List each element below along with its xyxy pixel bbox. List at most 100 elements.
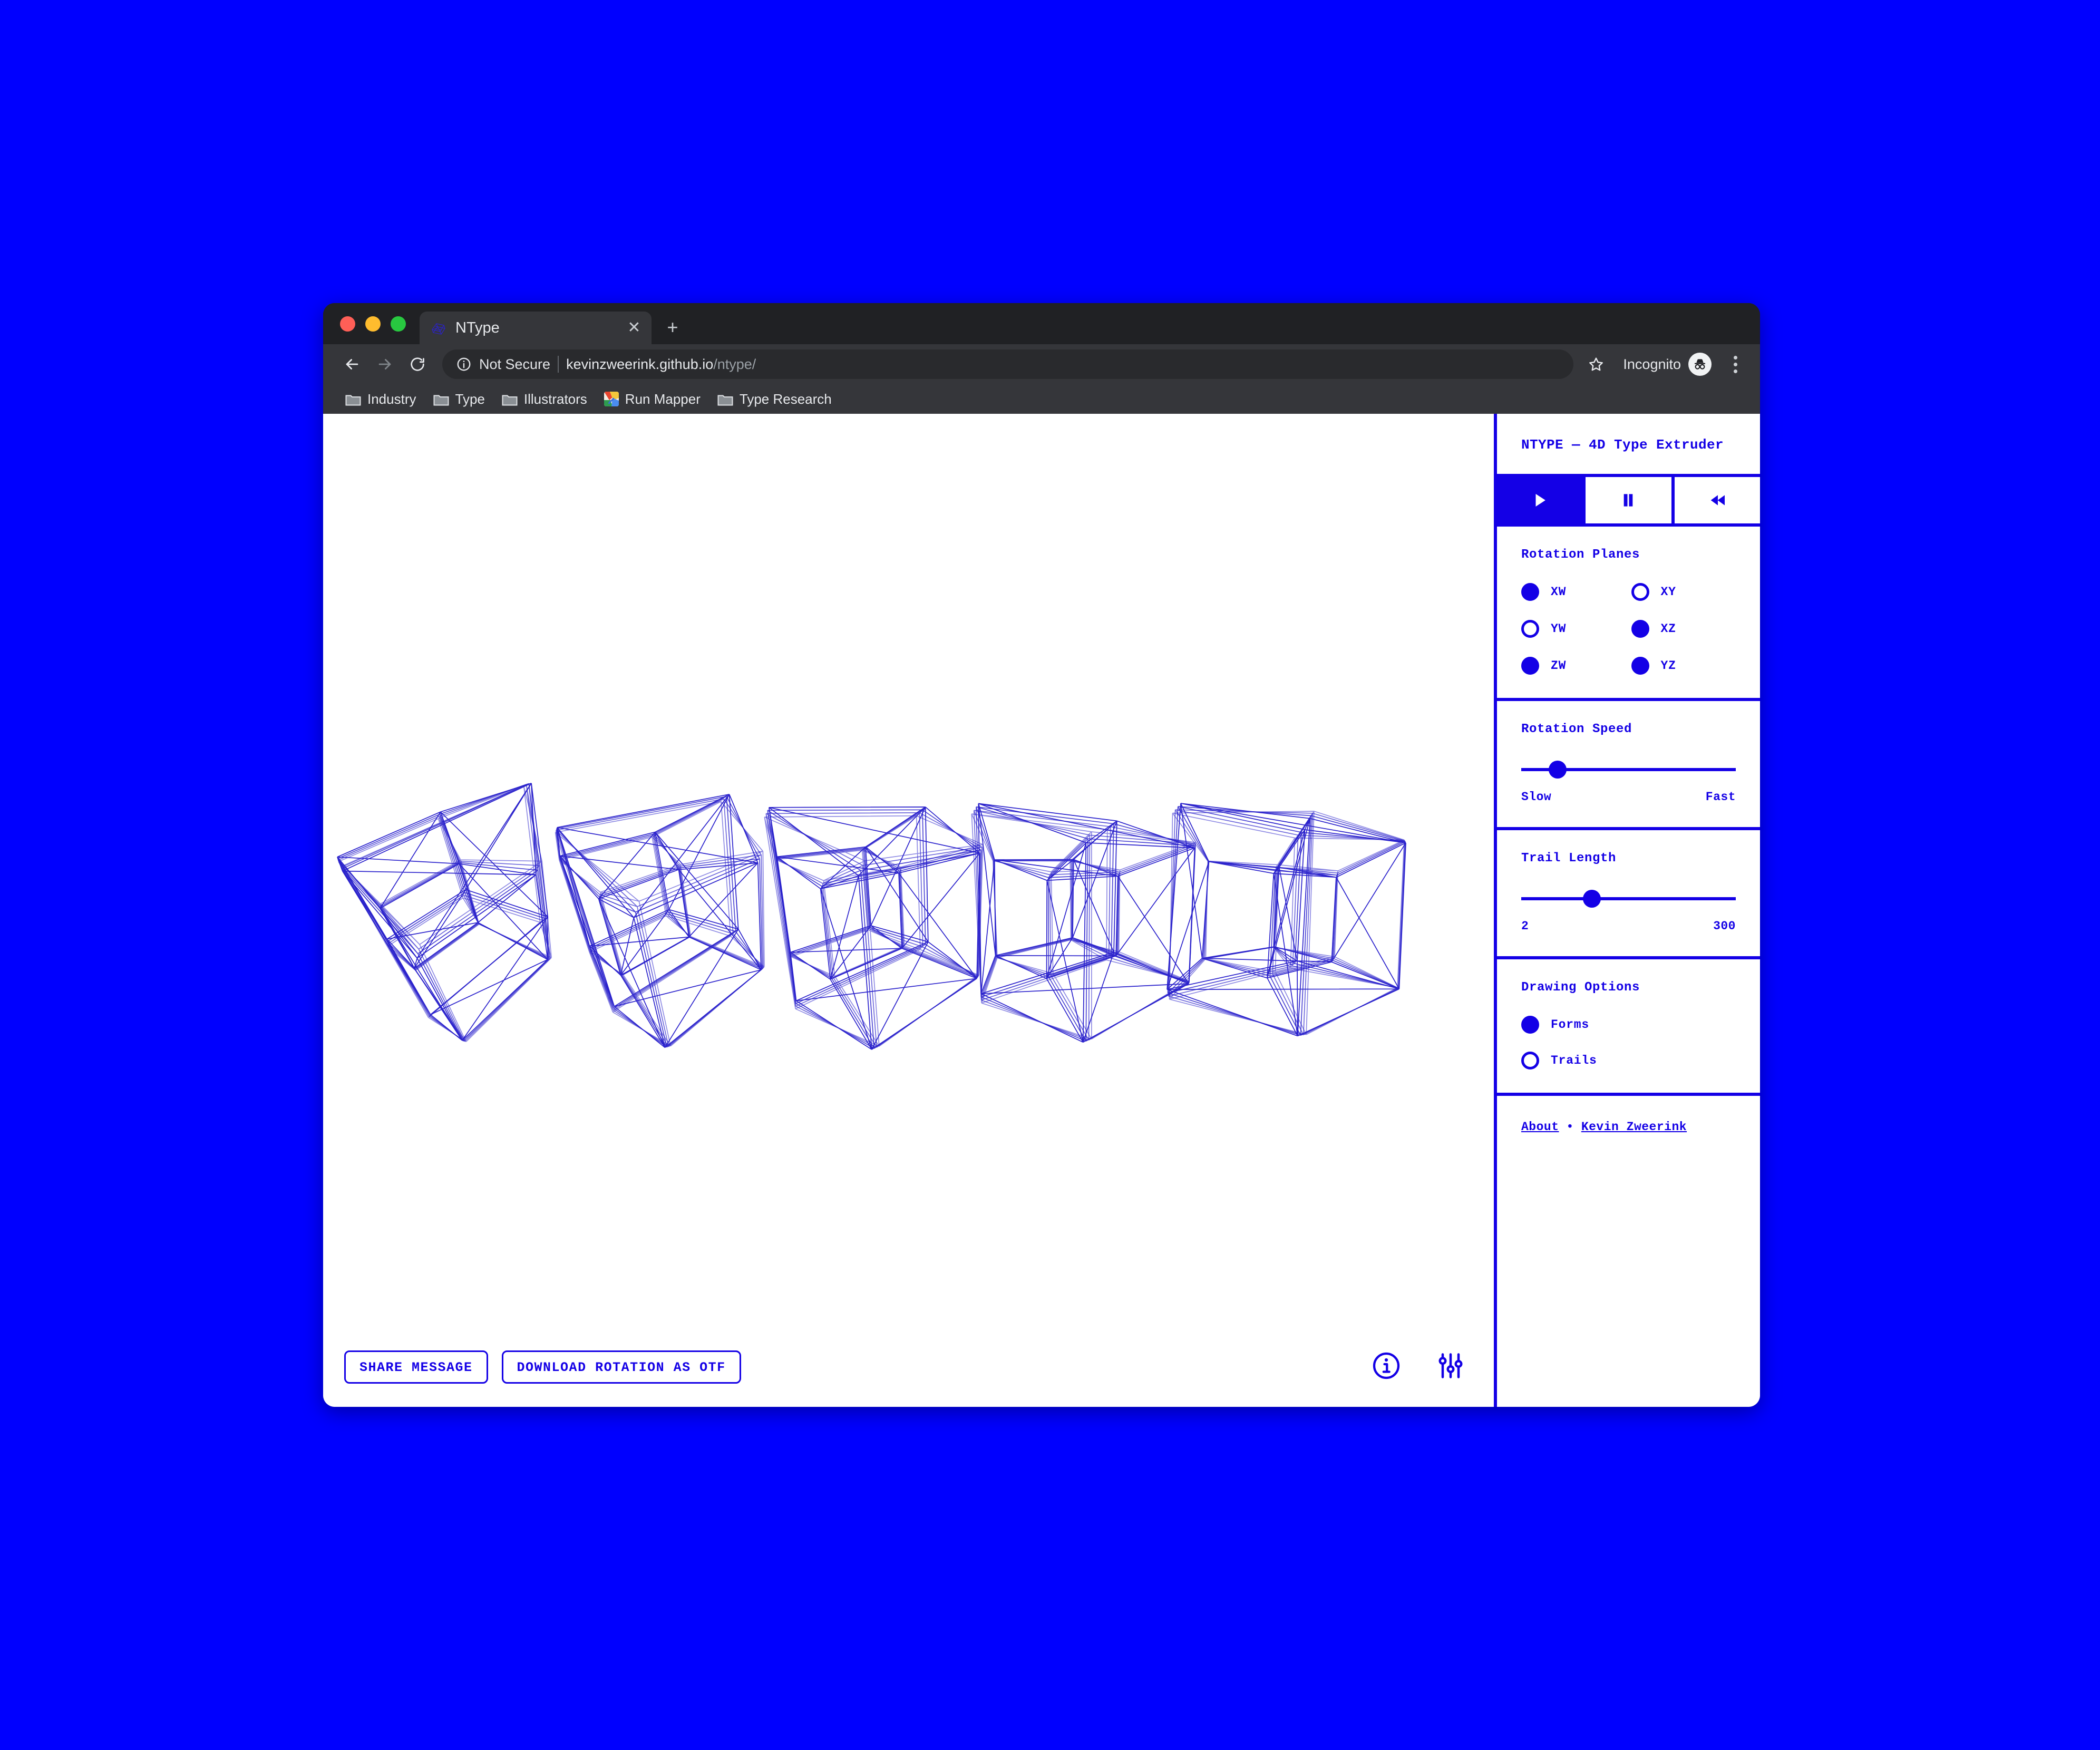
bookmark-illustrators[interactable]: Illustrators <box>493 388 596 411</box>
footer-separator: • <box>1566 1120 1574 1134</box>
canvas-tool-icons <box>1370 1350 1466 1382</box>
drawing-option-trails[interactable]: Trails <box>1521 1052 1736 1070</box>
close-window-button[interactable] <box>340 316 355 332</box>
bookmark-type[interactable]: Type <box>425 388 493 411</box>
play-icon <box>1535 494 1545 507</box>
radio-dot-icon <box>1631 620 1649 638</box>
radio-dot-icon <box>1521 1016 1539 1034</box>
rotation-plane-option-xy[interactable]: XY <box>1631 583 1736 601</box>
tab-close-icon[interactable]: ✕ <box>625 319 643 337</box>
wireframe-shape <box>1168 809 1405 1036</box>
menu-dot <box>1733 362 1737 366</box>
bookmark-star-button[interactable] <box>1581 349 1611 380</box>
menu-dot <box>1733 369 1737 373</box>
star-icon <box>1589 357 1603 371</box>
rotation-plane-label: ZW <box>1551 659 1567 673</box>
rotation-plane-option-yw[interactable]: YW <box>1521 620 1626 638</box>
transport-controls <box>1497 474 1760 527</box>
wireframe-shape <box>765 812 983 1048</box>
rotation-plane-option-zw[interactable]: ZW <box>1521 657 1626 675</box>
rotation-plane-label: XZ <box>1660 622 1676 636</box>
trail-length-min-label: 2 <box>1521 919 1529 933</box>
pause-icon <box>1624 494 1633 507</box>
bookmark-label: Type Research <box>739 391 832 407</box>
radio-dot-icon <box>1521 620 1539 638</box>
drawing-option-label: Forms <box>1551 1018 1590 1032</box>
browser-menu-button[interactable] <box>1722 349 1748 380</box>
trail-length-slider[interactable]: 2 300 <box>1521 890 1736 933</box>
rotation-speed-max-label: Fast <box>1705 790 1736 804</box>
trail-length-legend: 2 300 <box>1521 919 1736 933</box>
share-message-button[interactable]: SHARE MESSAGE <box>344 1350 488 1384</box>
radio-dot-icon <box>1631 583 1649 601</box>
slider-knob[interactable] <box>1549 761 1567 779</box>
wireframe-shape <box>976 806 1196 1042</box>
info-circle-icon[interactable] <box>1370 1350 1402 1382</box>
radio-dot-icon <box>1521 583 1539 601</box>
sidebar-footer: About • Kevin Zweerink <box>1497 1096 1760 1158</box>
url-host: kevinzweerink.github.io <box>566 356 714 372</box>
security-status-label: Not Secure <box>479 356 551 372</box>
slider-knob[interactable] <box>1583 890 1601 908</box>
slider-track[interactable] <box>1521 761 1736 779</box>
rotation-plane-option-xw[interactable]: XW <box>1521 583 1626 601</box>
trail-length-max-label: 300 <box>1713 919 1736 933</box>
pause-button[interactable] <box>1586 477 1675 523</box>
reload-button[interactable] <box>402 349 433 380</box>
maximize-window-button[interactable] <box>391 316 406 332</box>
bookmark-label: Type <box>455 391 485 407</box>
url-path: /ntype/ <box>713 356 756 372</box>
bookmark-industry[interactable]: Industry <box>337 388 425 411</box>
slider-track[interactable] <box>1521 890 1736 908</box>
about-link[interactable]: About <box>1521 1120 1559 1134</box>
arrow-left-icon <box>346 359 358 370</box>
wireframe-canvas-area[interactable]: SHARE MESSAGE DOWNLOAD ROTATION AS OTF <box>323 414 1494 1407</box>
folder-icon <box>433 395 449 406</box>
bookmark-run-mapper[interactable]: Run Mapper <box>596 388 709 411</box>
rewind-button[interactable] <box>1674 477 1760 523</box>
address-bar[interactable]: Not Secure kevinzweerink.github.io/ntype… <box>442 349 1574 379</box>
rotation-planes-section: Rotation Planes XW XY YW XZ ZW YZ <box>1497 527 1760 701</box>
incognito-glyph-icon <box>1694 359 1706 370</box>
rotation-plane-option-xz[interactable]: XZ <box>1631 620 1736 638</box>
folder-icon <box>345 395 361 406</box>
drawing-option-label: Trails <box>1551 1054 1597 1067</box>
url-text: kevinzweerink.github.io/ntype/ <box>566 356 756 373</box>
drawing-options-label: Drawing Options <box>1521 980 1640 995</box>
page-viewport: SHARE MESSAGE DOWNLOAD ROTATION AS OTF N… <box>323 414 1760 1407</box>
trail-length-section: Trail Length 2 300 <box>1497 830 1760 959</box>
rotation-planes-label: Rotation Planes <box>1521 548 1640 562</box>
forward-button[interactable] <box>370 349 400 380</box>
folder-icon <box>717 395 733 406</box>
minimize-window-button[interactable] <box>365 316 381 332</box>
drawing-option-forms[interactable]: Forms <box>1521 1016 1736 1034</box>
bookmark-label: Industry <box>367 391 416 407</box>
radio-dot-icon <box>1521 1052 1539 1070</box>
reload-icon <box>411 357 424 371</box>
browser-window: NType ✕ + Not Secure kevinzweerink.githu… <box>323 303 1760 1407</box>
radio-dot-icon <box>1521 657 1539 675</box>
menu-dot <box>1733 355 1737 359</box>
rotation-plane-option-yz[interactable]: YZ <box>1631 657 1736 675</box>
rotation-plane-label: XY <box>1660 585 1676 599</box>
sliders-icon[interactable] <box>1435 1350 1466 1382</box>
bookmark-type-research[interactable]: Type Research <box>709 388 840 411</box>
rotation-plane-label: YZ <box>1660 659 1676 673</box>
browser-tab[interactable]: NType ✕ <box>420 312 652 344</box>
bookmark-label: Illustrators <box>523 391 587 407</box>
bookmark-label: Run Mapper <box>625 391 701 407</box>
rotation-speed-section: Rotation Speed Slow Fast <box>1497 701 1760 830</box>
wireframe-render <box>337 783 1406 1050</box>
new-tab-button[interactable]: + <box>659 314 686 341</box>
rotation-speed-label: Rotation Speed <box>1521 722 1632 736</box>
author-link[interactable]: Kevin Zweerink <box>1581 1120 1687 1134</box>
play-button[interactable] <box>1497 477 1586 523</box>
arrow-right-icon <box>378 359 391 370</box>
back-button[interactable] <box>337 349 367 380</box>
download-otf-button[interactable]: DOWNLOAD ROTATION AS OTF <box>501 1350 741 1384</box>
rotation-planes-grid: XW XY YW XZ ZW YZ <box>1521 583 1736 675</box>
rotation-speed-slider[interactable]: Slow Fast <box>1521 761 1736 804</box>
profile-chip[interactable]: Incognito <box>1621 353 1714 376</box>
bookmarks-bar: Industry Type Illustrators Run Mapper Ty… <box>323 384 1760 414</box>
site-favicon-icon <box>604 392 619 406</box>
